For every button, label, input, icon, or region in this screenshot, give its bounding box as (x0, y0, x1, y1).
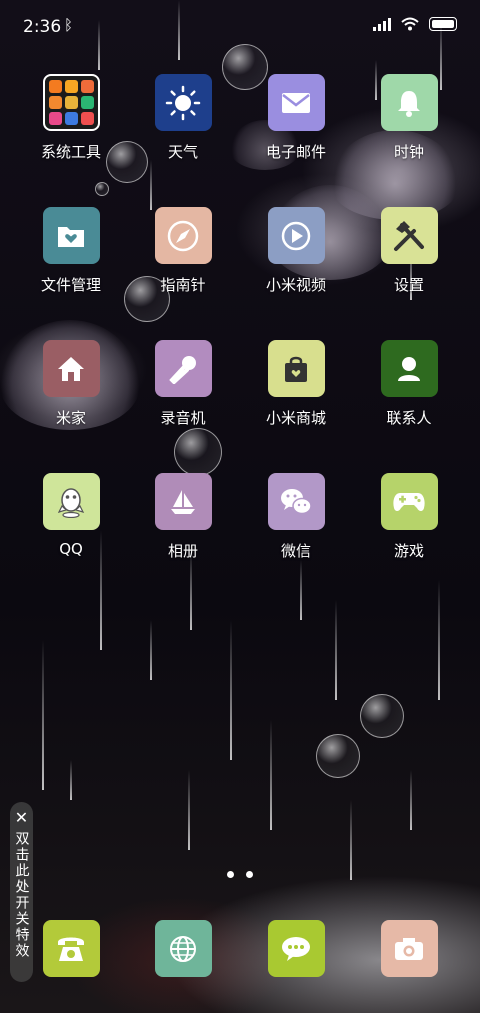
app-weather[interactable]: 天气 (128, 74, 238, 162)
bluetooth-icon: ᛒ (64, 16, 74, 34)
shopping-bag-icon (267, 340, 325, 397)
status-time: 2:36 (23, 17, 62, 37)
wifi-icon (401, 17, 419, 31)
tools-icon (380, 207, 438, 264)
app-label: QQ (59, 540, 83, 558)
compass-icon (154, 207, 212, 264)
app-recorder[interactable]: 录音机 (128, 340, 238, 428)
app-games[interactable]: 游戏 (354, 473, 464, 561)
app-email[interactable]: 电子邮件 (241, 74, 351, 162)
app-label: 设置 (393, 276, 424, 294)
person-icon (380, 340, 438, 397)
battery-icon (429, 17, 457, 31)
camera-icon (380, 920, 438, 977)
mail-icon (267, 74, 325, 131)
app-label: 小米视频 (265, 276, 326, 294)
app-label: 联系人 (386, 409, 432, 427)
app-label: 文件管理 (40, 276, 101, 294)
microphone-icon (154, 340, 212, 397)
app-label: 天气 (167, 143, 198, 161)
effects-toggle[interactable]: ✕ 双击此处开关特效 (10, 802, 33, 982)
app-mi-store[interactable]: 小米商城 (241, 340, 351, 428)
gamepad-icon (380, 473, 438, 530)
cellular-signal-icon (373, 17, 391, 31)
telephone-icon (42, 920, 100, 977)
chat-bubbles-icon (267, 473, 325, 530)
app-label: 相册 (167, 542, 198, 560)
app-file-manager[interactable]: 文件管理 (16, 207, 126, 295)
app-qq[interactable]: QQ (16, 473, 126, 558)
sailboat-icon (154, 473, 212, 530)
close-icon[interactable]: ✕ (10, 808, 33, 827)
app-settings[interactable]: 设置 (354, 207, 464, 295)
house-icon (42, 340, 100, 397)
page-dot[interactable] (227, 871, 234, 878)
app-label: 指南针 (160, 276, 206, 294)
effects-toggle-label: 双击此处开关特效 (13, 831, 30, 959)
page-indicator[interactable] (0, 871, 480, 878)
app-mi-video[interactable]: 小米视频 (241, 207, 351, 295)
folder-icon (42, 74, 100, 131)
app-label: 系统工具 (40, 143, 101, 161)
dock-browser[interactable] (128, 920, 238, 977)
status-bar: 2:36 ᛒ (0, 0, 480, 54)
app-label: 小米商城 (265, 409, 326, 427)
globe-icon (154, 920, 212, 977)
app-mi-home[interactable]: 米家 (16, 340, 126, 428)
app-contacts[interactable]: 联系人 (354, 340, 464, 428)
folder-heart-icon (42, 207, 100, 264)
app-compass[interactable]: 指南针 (128, 207, 238, 295)
app-label: 米家 (55, 409, 86, 427)
penguin-icon (42, 473, 100, 530)
app-label: 游戏 (393, 542, 424, 560)
dock-camera[interactable] (354, 920, 464, 977)
app-label: 时钟 (393, 143, 424, 161)
app-clock[interactable]: 时钟 (354, 74, 464, 162)
sun-icon (154, 74, 212, 131)
app-system-tools[interactable]: 系统工具 (16, 74, 126, 162)
app-gallery[interactable]: 相册 (128, 473, 238, 561)
message-icon (267, 920, 325, 977)
app-label: 微信 (280, 542, 311, 560)
bell-icon (380, 74, 438, 131)
play-icon (267, 207, 325, 264)
dock-messages[interactable] (241, 920, 351, 977)
app-label: 电子邮件 (265, 143, 326, 161)
app-label: 录音机 (160, 409, 206, 427)
page-dot-active[interactable] (246, 871, 253, 878)
app-wechat[interactable]: 微信 (241, 473, 351, 561)
